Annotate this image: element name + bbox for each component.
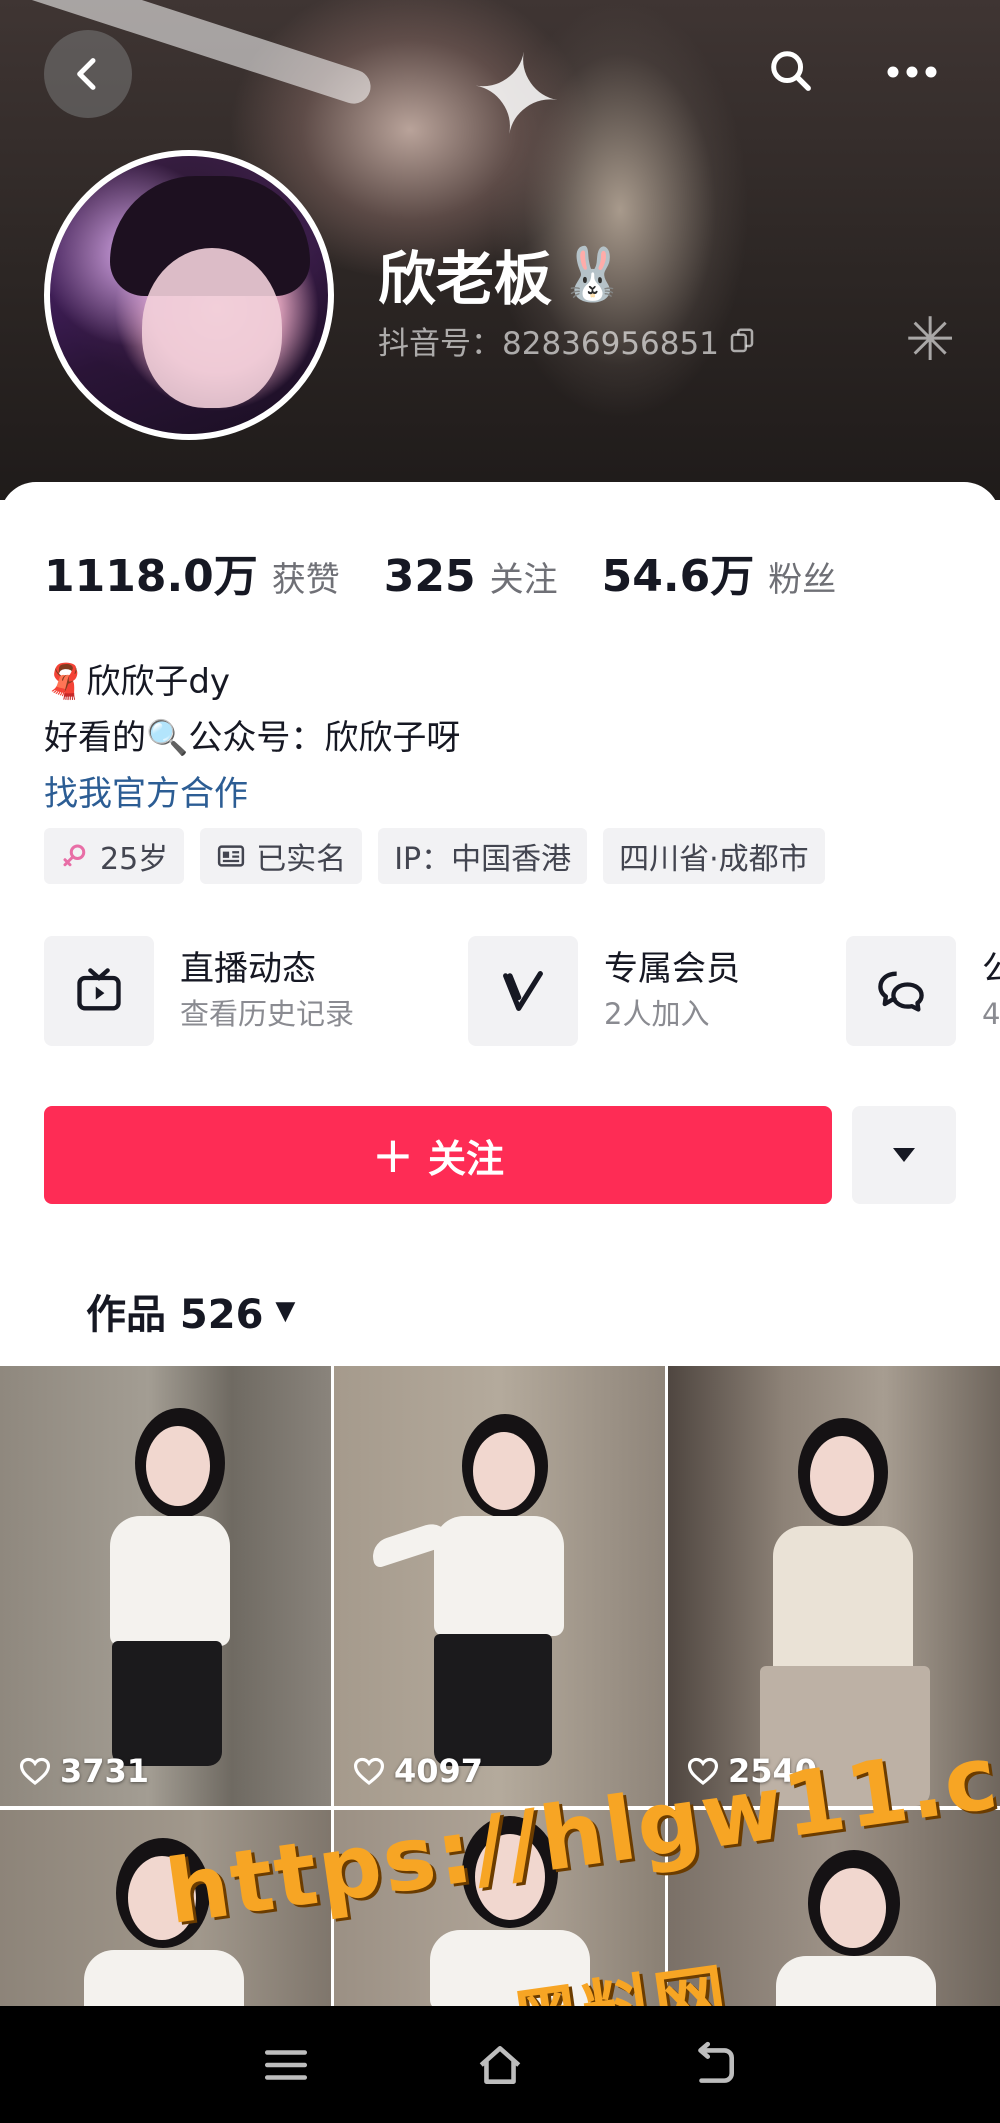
recommend-dropdown-button[interactable]	[852, 1106, 956, 1204]
like-count: 4097	[352, 1752, 483, 1790]
works-tab-label: 作品 526	[86, 1292, 264, 1338]
stat-label: 粉丝	[768, 560, 837, 600]
stat-label: 获赞	[271, 560, 340, 600]
douyin-id-text: 抖音号：82836956851	[378, 326, 719, 362]
more-horizontal-icon	[887, 66, 937, 78]
chat-bubbles-icon	[878, 971, 924, 1012]
tag-text: 已实名	[256, 842, 347, 877]
follow-button[interactable]: + 关注	[44, 1106, 832, 1204]
stat-value: 325	[383, 551, 476, 602]
profile-cover: ✦ ✳ 欣老板 🐰 抖音号：82836956851	[0, 0, 1000, 500]
menu-icon	[264, 2049, 308, 2080]
return-icon	[698, 2041, 734, 2083]
nickname-text: 欣老板	[378, 245, 553, 313]
sparkle-decoration: ✳	[905, 305, 956, 375]
tag-ip: IP：中国香港	[378, 828, 588, 884]
system-navigation-bar	[0, 2006, 1000, 2123]
video-thumbnail[interactable]: 3731	[0, 1366, 331, 1806]
copy-icon[interactable]	[727, 326, 757, 356]
caret-down-icon	[893, 1148, 915, 1162]
stat-likes[interactable]: 1118.0万 获赞	[44, 540, 340, 604]
feature-subtitle: 4	[982, 997, 1000, 1031]
tag-text: IP：中国香港	[394, 842, 572, 877]
video-grid: 3731 4097 2540	[0, 1366, 1000, 2006]
back-button[interactable]	[44, 30, 132, 118]
avatar[interactable]	[44, 150, 334, 440]
video-thumbnail[interactable]: 4097	[334, 1366, 665, 1806]
feature-title: 专属会员	[604, 949, 740, 989]
feature-row: 直播动态 查看历史记录 专属会员 2人加入 公 4	[44, 936, 1000, 1048]
feature-group-chat[interactable]: 公 4	[846, 936, 1000, 1046]
heart-icon	[353, 1757, 385, 1786]
stat-label: 关注	[489, 560, 558, 600]
feature-title: 直播动态	[180, 949, 316, 989]
id-card-icon	[218, 845, 245, 867]
tab-works[interactable]: 作品 526 ▼	[86, 1282, 295, 1340]
home-button[interactable]	[468, 2033, 532, 2097]
douyin-id[interactable]: 抖音号：82836956851	[378, 318, 757, 363]
feature-live[interactable]: 直播动态 查看历史记录	[44, 936, 354, 1046]
more-button[interactable]	[880, 44, 944, 100]
stats-row: 1118.0万 获赞 325 关注 54.6万 粉丝	[44, 540, 880, 604]
sparkle-decoration: ✦	[459, 23, 573, 167]
follow-label: 关注	[427, 1136, 504, 1181]
rabbit-emoji: 🐰	[560, 244, 625, 305]
bio: 🧣欣欣子dy 好看的🔍公众号：欣欣子呀 找我官方合作	[44, 654, 460, 822]
feature-title: 公	[982, 949, 1000, 989]
v-member-icon	[503, 971, 543, 1011]
stat-followers[interactable]: 54.6万 粉丝	[602, 540, 837, 604]
live-tv-icon	[77, 968, 121, 1011]
home-icon	[479, 2045, 521, 2084]
tag-text: 25岁	[100, 842, 169, 877]
bio-line: 好看的🔍公众号：欣欣子呀	[44, 718, 461, 758]
plus-icon: +	[372, 1126, 414, 1184]
bio-line: 🧣欣欣子dy	[44, 662, 231, 702]
stat-value: 1118.0万	[44, 551, 258, 602]
profile-nickname: 欣老板 🐰	[378, 232, 625, 316]
profile-tags: 25岁 已实名 IP：中国香港 四川省·成都市	[44, 828, 825, 884]
system-back-button[interactable]	[682, 2033, 746, 2097]
feature-membership[interactable]: 专属会员 2人加入	[468, 936, 740, 1046]
official-cooperation-link[interactable]: 找我官方合作	[44, 766, 460, 822]
stat-following[interactable]: 325 关注	[384, 551, 558, 602]
tag-location: 四川省·成都市	[603, 828, 825, 884]
search-icon	[771, 51, 811, 91]
tag-text: 四川省·成都市	[619, 842, 809, 877]
chevron-left-icon	[77, 58, 96, 90]
feature-subtitle: 2人加入	[604, 997, 710, 1031]
like-count: 3731	[18, 1752, 149, 1790]
stat-value: 54.6万	[601, 551, 755, 602]
heart-icon	[19, 1757, 51, 1786]
menu-button[interactable]	[254, 2033, 318, 2097]
feature-subtitle: 查看历史记录	[180, 997, 355, 1031]
tag-age: 25岁	[44, 828, 185, 884]
tag-verified: 已实名	[200, 828, 363, 884]
caret-down-icon: ▼	[275, 1296, 296, 1326]
search-button[interactable]	[760, 40, 820, 100]
female-icon	[63, 844, 86, 867]
